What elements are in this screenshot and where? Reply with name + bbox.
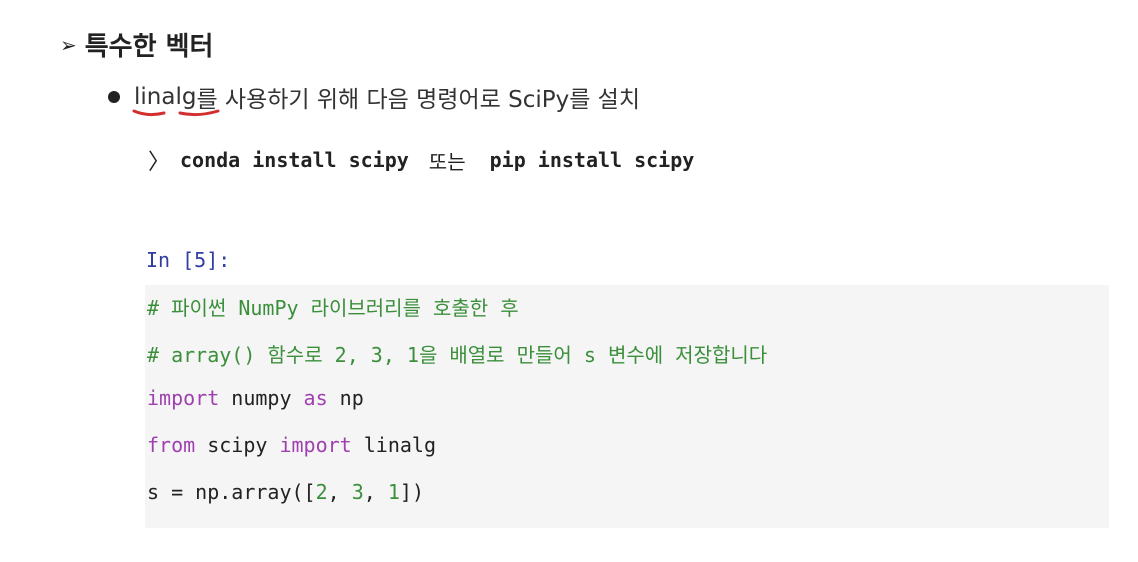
- number-literal: 3: [351, 480, 364, 504]
- code-cell[interactable]: # 파이썬 NumPy 라이브러리를 호출한 후 # array() 함수로 2…: [145, 285, 1109, 528]
- code-line-array: s = np.array([2, 3, 1]): [147, 480, 424, 504]
- prompt-chevron-icon: 〉: [148, 150, 171, 175]
- code-text: scipy: [195, 433, 280, 457]
- conda-command: conda install scipy: [180, 148, 409, 172]
- code-text: ]): [399, 480, 424, 504]
- underline-stroke-1: [132, 109, 166, 117]
- bullet-text: 를 사용하기 위해 다음 명령어로 SciPy를 설치: [196, 87, 640, 113]
- install-command-line: 〉 conda install scipy 또는 pip install sci…: [148, 144, 694, 176]
- code-text: linalg: [351, 433, 437, 457]
- red-underline-annotation: [132, 109, 220, 117]
- keyword-as: as: [303, 386, 328, 410]
- cell-input-prompt: In [5]:: [146, 248, 231, 272]
- bullet-dot-icon: [108, 91, 120, 103]
- code-comment-2: # array() 함수로 2, 3, 1을 배열로 만들어 s 변수에 저장합…: [147, 343, 768, 367]
- or-separator: 또는: [428, 149, 466, 174]
- keyword-import: import: [147, 386, 220, 410]
- code-text: np: [327, 386, 364, 410]
- keyword-from: from: [147, 433, 196, 457]
- code-text: ,: [363, 480, 388, 504]
- code-comment-1: # 파이썬 NumPy 라이브러리를 호출한 후: [147, 296, 519, 320]
- number-literal: 1: [387, 480, 400, 504]
- number-literal: 2: [315, 480, 328, 504]
- section-title: 특수한 벡터: [84, 32, 214, 62]
- underline-stroke-2: [178, 109, 220, 117]
- code-line-import-linalg: from scipy import linalg: [147, 433, 436, 457]
- section-heading: ➢ 특수한 벡터: [60, 26, 213, 63]
- code-line-import-numpy: import numpy as np: [147, 386, 364, 410]
- arrow-bullet-icon: ➢: [60, 32, 77, 57]
- keyword-import: import: [279, 433, 352, 457]
- code-text: ,: [327, 480, 352, 504]
- code-text: s = np.array([: [147, 480, 316, 504]
- code-text: numpy: [219, 386, 304, 410]
- pip-command: pip install scipy: [489, 148, 695, 172]
